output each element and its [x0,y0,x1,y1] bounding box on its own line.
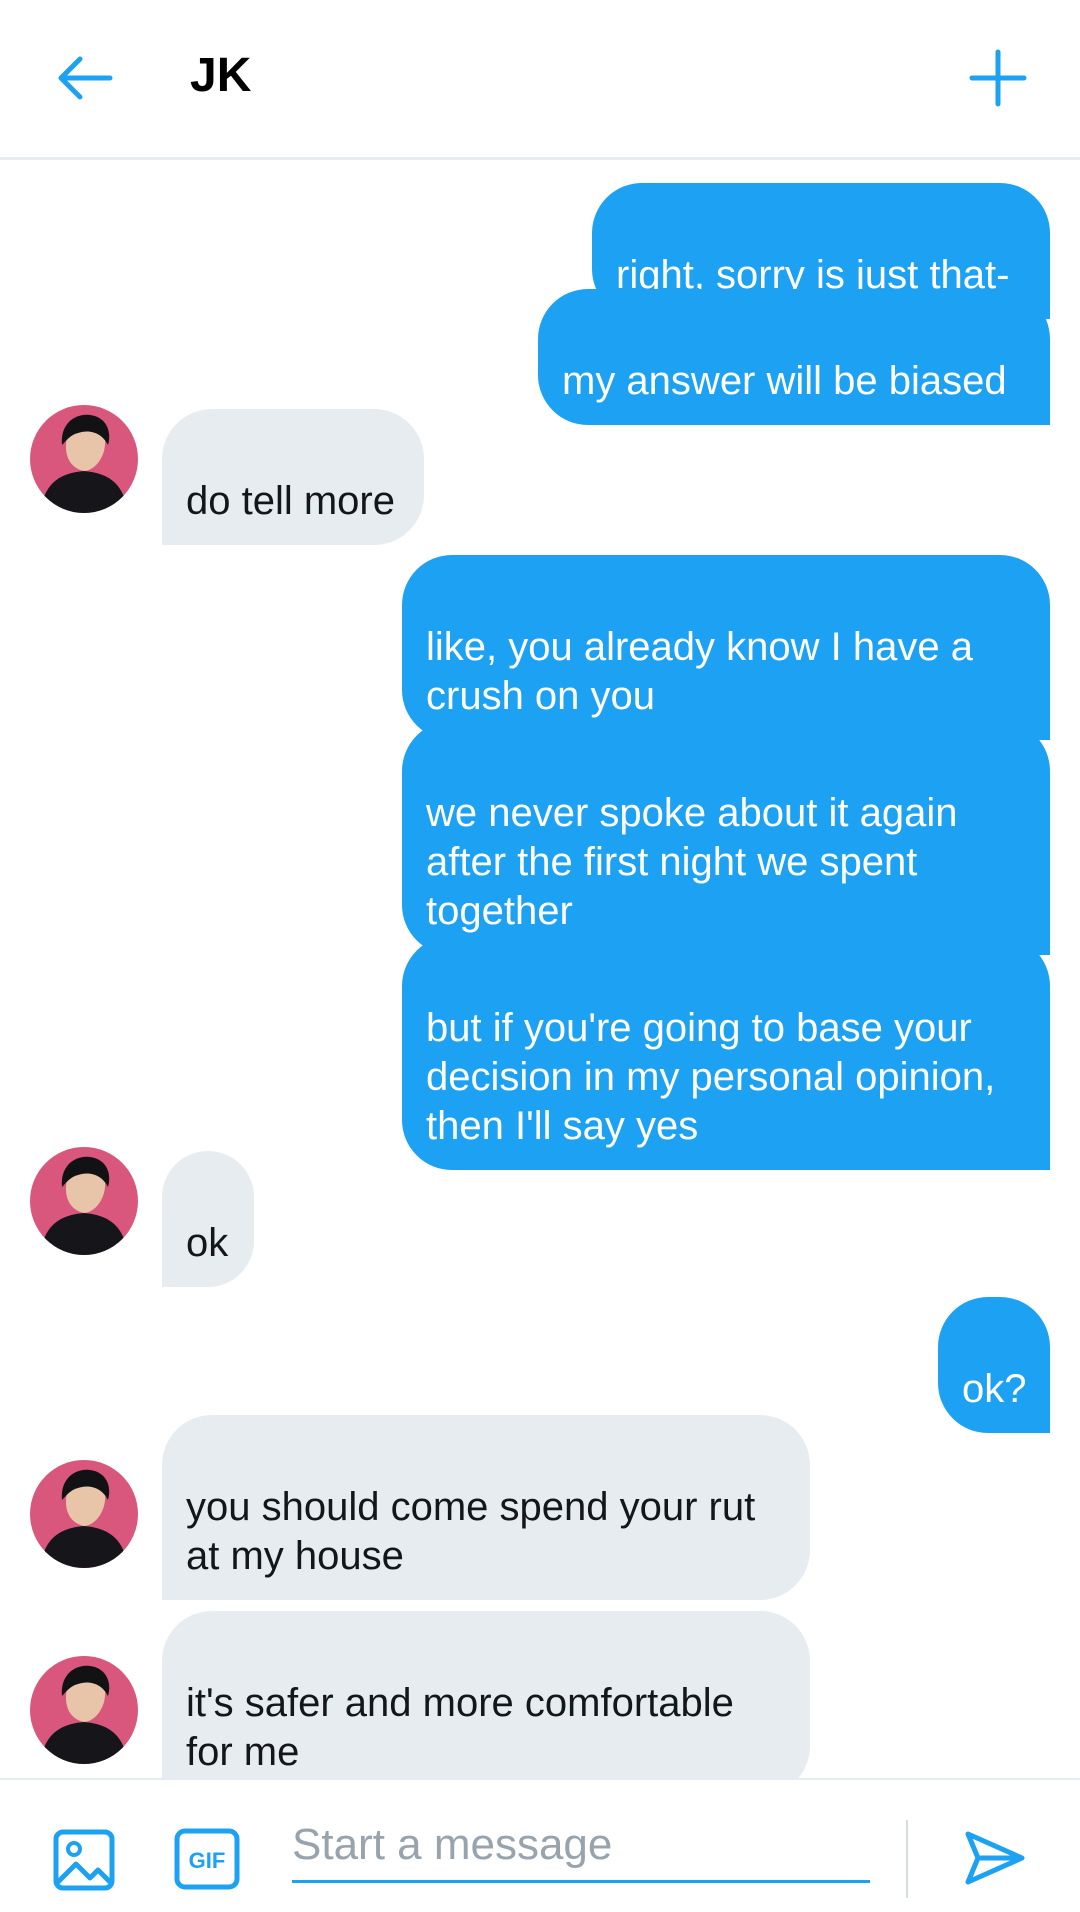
avatar[interactable] [30,1147,138,1255]
message-text: ok? [962,1367,1027,1411]
composer-divider [906,1820,908,1898]
outgoing-message: we never spoke about it again after the … [402,721,1050,955]
incoming-message: do tell more [162,409,424,545]
message-text: like, you already know I have a crush on… [426,625,973,718]
message-text: it's safer and more comfortable for me [186,1681,734,1774]
send-icon [965,1831,1025,1885]
add-gif-button[interactable]: GIF [174,1828,240,1890]
conversation-header: JK [0,0,1080,160]
outgoing-message: ok? [938,1297,1050,1433]
message-composer: GIF [0,1778,1080,1912]
incoming-message: it's safer and more comfortable for me [162,1611,810,1778]
gif-icon: GIF [174,1828,240,1890]
message-text: do tell more [186,479,395,523]
message-text: my answer will be biased [562,359,1007,403]
outgoing-message: like, you already know I have a crush on… [402,555,1050,740]
message-text: you should come spend your rut at my hou… [186,1485,756,1578]
message-text: we never spoke about it again after the … [426,791,958,933]
avatar[interactable] [30,405,138,513]
conversation-title: JK [190,49,252,102]
avatar[interactable] [30,1656,138,1764]
message-text: ok [186,1221,229,1265]
send-button[interactable] [962,1826,1026,1890]
svg-text:GIF: GIF [189,1848,226,1873]
message-text: but if you're going to base your decisio… [426,1006,996,1148]
message-list[interactable]: right, sorry is just that- my answer wil… [0,163,1080,1778]
avatar[interactable] [30,1460,138,1568]
arrow-left-icon [58,56,113,100]
incoming-message: ok [162,1151,254,1287]
back-button[interactable] [52,46,116,110]
image-icon [53,1829,115,1891]
new-message-button[interactable] [966,46,1030,110]
message-input[interactable] [292,1810,870,1883]
outgoing-message: my answer will be biased [538,289,1050,425]
incoming-message: you should come spend your rut at my hou… [162,1415,810,1600]
add-image-button[interactable] [52,1828,116,1892]
outgoing-message: but if you're going to base your decisio… [402,936,1050,1170]
plus-icon [969,49,1027,107]
